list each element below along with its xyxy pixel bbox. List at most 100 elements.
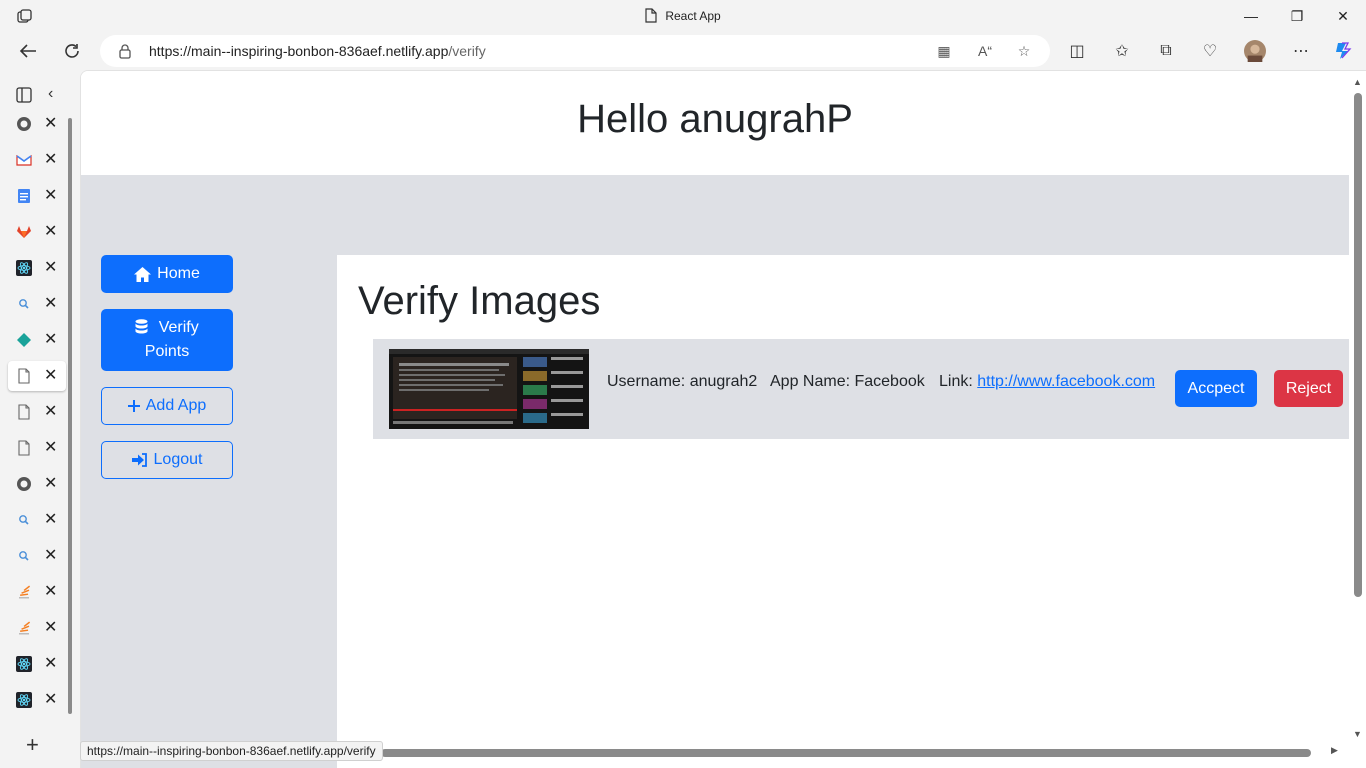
tab-item[interactable]: ✕ — [8, 253, 66, 283]
minimize-button[interactable]: — — [1228, 0, 1274, 32]
link-status-bar: https://main--inspiring-bonbon-836aef.ne… — [80, 741, 383, 761]
page-viewport: Hello anugrahP Home Verify Points Add Ap… — [80, 70, 1366, 768]
logout-button[interactable]: Logout — [101, 441, 233, 479]
close-tab-icon[interactable]: ✕ — [44, 329, 57, 349]
close-tab-icon[interactable]: ✕ — [44, 473, 57, 493]
greeting-heading: Hello anugrahP — [577, 97, 853, 141]
url-host: https://main--inspiring-bonbon-836aef.ne… — [149, 43, 449, 59]
react-icon — [16, 656, 32, 672]
new-tab-button[interactable]: + — [26, 732, 39, 758]
tab-item[interactable]: ✕ — [8, 325, 66, 355]
tab-item[interactable]: ✕ — [8, 181, 66, 211]
home-button[interactable]: Home — [101, 255, 233, 293]
close-tab-icon[interactable]: ✕ — [44, 113, 57, 133]
close-tab-icon[interactable]: ✕ — [44, 581, 57, 601]
more-menu-icon[interactable]: ⋯ — [1290, 40, 1312, 62]
app-name-text: App Name: Facebook — [770, 373, 925, 390]
close-tab-icon[interactable]: ✕ — [44, 185, 57, 205]
close-tab-icon[interactable]: ✕ — [44, 293, 57, 313]
horizontal-scroll-thumb[interactable] — [381, 749, 1311, 757]
react-icon — [16, 692, 32, 708]
close-window-button[interactable]: ✕ — [1320, 0, 1366, 32]
tab-item[interactable]: ✕ — [8, 361, 66, 391]
scroll-down-arrow-icon[interactable]: ▼ — [1353, 729, 1362, 739]
home-icon — [134, 266, 152, 282]
close-tab-icon[interactable]: ✕ — [44, 653, 57, 673]
close-tab-icon[interactable]: ✕ — [44, 509, 57, 529]
reject-button[interactable]: Reject — [1274, 370, 1343, 407]
refresh-button[interactable] — [59, 38, 85, 64]
search-icon — [19, 299, 29, 309]
scroll-up-arrow-icon[interactable]: ▲ — [1353, 77, 1362, 87]
page-vertical-scrollbar[interactable]: ▲ ▼ — [1349, 71, 1366, 768]
submitted-screenshot-image[interactable] — [389, 349, 589, 429]
browser-essentials-icon[interactable]: ♡ — [1199, 40, 1221, 62]
scroll-right-arrow-icon[interactable]: ▶ — [1331, 745, 1338, 756]
logout-label: Logout — [153, 451, 203, 468]
accept-button[interactable]: Accpect — [1175, 370, 1257, 407]
tab-item[interactable]: ✕ — [8, 541, 66, 571]
url-text[interactable]: https://main--inspiring-bonbon-836aef.ne… — [149, 43, 486, 59]
vertical-scroll-thumb[interactable] — [1354, 93, 1362, 597]
tab-item[interactable]: ✕ — [8, 469, 66, 499]
title-bar: React App — ❐ ✕ — [0, 0, 1366, 32]
diamond-icon — [17, 333, 31, 347]
close-tab-icon[interactable]: ✕ — [44, 401, 57, 421]
app-available-icon[interactable]: ▦ — [935, 42, 953, 60]
logout-icon — [131, 453, 147, 467]
tab-item[interactable]: ✕ — [8, 577, 66, 607]
app-link[interactable]: http://www.facebook.com — [977, 373, 1155, 390]
profile-avatar[interactable] — [1244, 40, 1266, 62]
stackoverflow-icon — [19, 585, 31, 599]
tab-actions-icon[interactable] — [16, 87, 32, 108]
verify-points-button[interactable]: Verify Points — [101, 309, 233, 371]
close-tab-icon[interactable]: ✕ — [44, 365, 57, 385]
close-tab-icon[interactable]: ✕ — [44, 437, 57, 457]
tab-item[interactable]: ✕ — [8, 397, 66, 427]
collections-icon[interactable]: ⧉ — [1155, 40, 1177, 62]
back-arrow-icon — [19, 44, 36, 58]
tab-item[interactable]: ✕ — [8, 289, 66, 319]
close-tab-icon[interactable]: ✕ — [44, 689, 57, 709]
add-app-button[interactable]: Add App — [101, 387, 233, 425]
search-icon — [19, 551, 29, 561]
read-aloud-icon[interactable]: A“ — [976, 42, 994, 60]
close-tab-icon[interactable]: ✕ — [44, 617, 57, 637]
link-label: Link: — [939, 373, 978, 390]
lock-icon[interactable] — [118, 43, 132, 59]
page-header: Hello anugrahP — [81, 71, 1349, 175]
copilot-icon[interactable] — [1332, 40, 1354, 62]
split-screen-icon[interactable]: ◫ — [1066, 40, 1088, 62]
close-tab-icon[interactable]: ✕ — [44, 221, 57, 241]
tab-item[interactable]: ✕ — [8, 613, 66, 643]
favorites-icon[interactable]: ✩ — [1111, 40, 1133, 62]
tab-item[interactable]: ✕ — [8, 145, 66, 175]
tab-item[interactable]: ✕ — [8, 109, 66, 139]
favorite-star-icon[interactable]: ☆ — [1015, 42, 1033, 60]
close-tab-icon[interactable]: ✕ — [44, 545, 57, 565]
restore-button[interactable]: ❐ — [1274, 0, 1320, 32]
search-icon — [19, 515, 29, 525]
react-icon — [16, 260, 32, 276]
page-icon — [645, 8, 657, 23]
collapse-tabs-icon[interactable]: ‹ — [48, 85, 53, 103]
verify-item-card: Username: anugrah2 App Name: Facebook Li… — [373, 339, 1353, 439]
database-icon — [135, 319, 148, 334]
tab-item[interactable]: ✕ — [8, 217, 66, 247]
close-tab-icon[interactable]: ✕ — [44, 149, 57, 169]
tab-strip-scrollbar[interactable] — [68, 118, 72, 714]
tab-item[interactable]: ✕ — [8, 685, 66, 715]
username-text: Username: anugrah2 — [607, 373, 758, 390]
vertical-tab-strip: ‹ ✕ ✕ ✕ ✕ ✕ ✕ ✕ ✕ ✕ ✕ ✕ ✕ ✕ ✕ ✕ ✕ ✕ — [0, 78, 76, 768]
gitlab-icon — [17, 226, 31, 238]
window-title-text: React App — [665, 9, 721, 23]
tab-item[interactable]: ✕ — [8, 649, 66, 679]
address-bar[interactable]: https://main--inspiring-bonbon-836aef.ne… — [100, 35, 1050, 67]
main-content: Verify Images Username: anugrah2 App Nam… — [337, 255, 1353, 768]
url-path: /verify — [448, 43, 486, 59]
tab-item[interactable]: ✕ — [8, 433, 66, 463]
github-icon — [17, 477, 31, 491]
close-tab-icon[interactable]: ✕ — [44, 257, 57, 277]
tab-item[interactable]: ✕ — [8, 505, 66, 535]
back-button[interactable] — [15, 38, 41, 64]
